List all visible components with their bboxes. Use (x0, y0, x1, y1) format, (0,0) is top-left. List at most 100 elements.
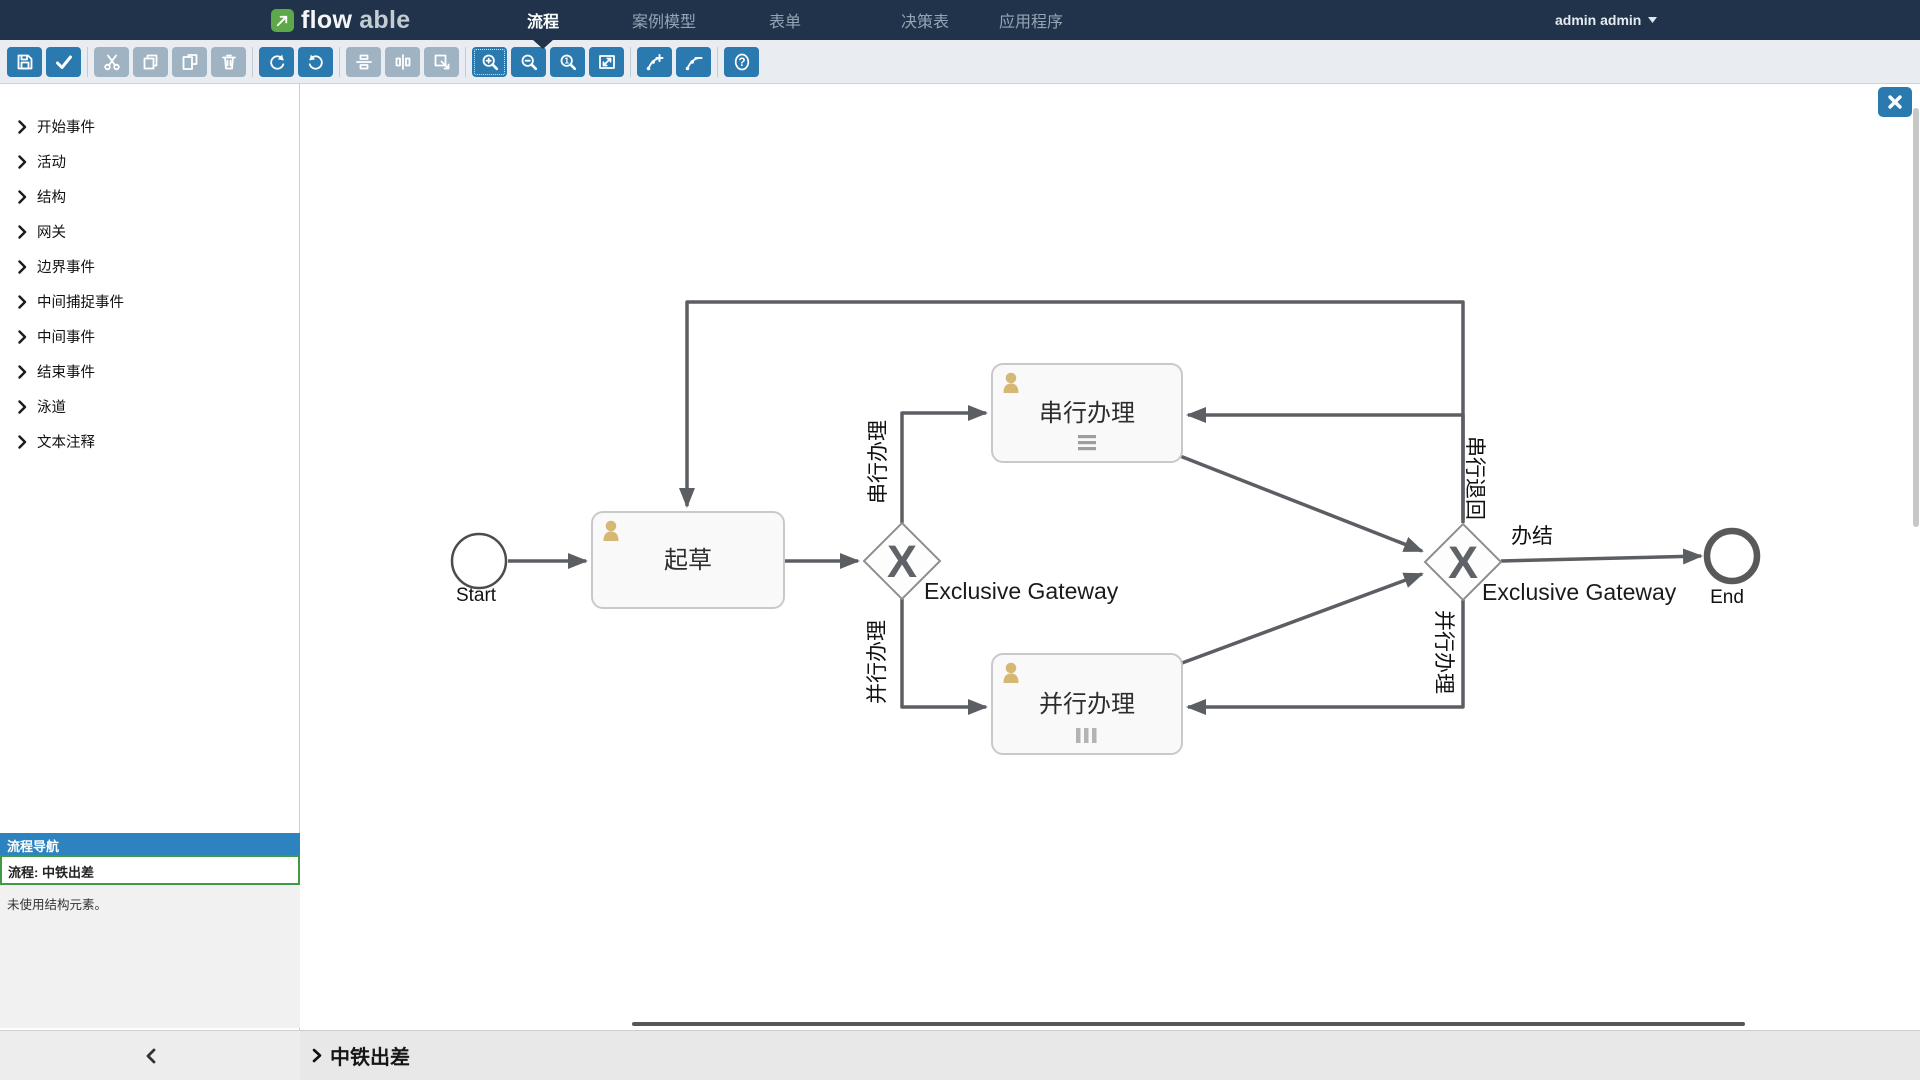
zoom-out-button[interactable] (511, 47, 546, 77)
toolbar-separator (630, 47, 631, 77)
flow-gw2-to-serial[interactable] (1188, 415, 1463, 523)
palette-item-text-annotation[interactable]: 文本注释 (0, 424, 299, 459)
copy-button[interactable] (133, 47, 168, 77)
edge-label: 办结 (1511, 525, 1553, 548)
task-label: 并行办理 (1039, 691, 1135, 718)
palette-item-swimlanes[interactable]: 泳道 (0, 389, 299, 424)
paste-button[interactable] (172, 47, 207, 77)
task-parallel[interactable]: 并行办理 (992, 654, 1182, 754)
chevron-right-icon (18, 330, 27, 344)
palette-item-intermediate-catching-events[interactable]: 中间捕捉事件 (0, 284, 299, 319)
palette-item-activities[interactable]: 活动 (0, 144, 299, 179)
logo-text-able: able (359, 6, 410, 35)
logo-text-flow: flow (301, 6, 352, 35)
palette-item-boundary-events[interactable]: 边界事件 (0, 249, 299, 284)
flow-gw1-to-parallel[interactable] (902, 599, 986, 707)
palette-item-label: 网关 (37, 221, 66, 242)
flowable-logo-icon (271, 9, 294, 32)
remove-bendpoint-icon (684, 52, 704, 72)
palette-item-label: 泳道 (37, 396, 66, 417)
svg-text:1: 1 (564, 56, 569, 66)
flow-parallel-to-gw2[interactable] (1182, 574, 1422, 663)
tab-processes[interactable]: 流程 (527, 0, 559, 40)
navigator-header: 流程导航 (0, 833, 300, 855)
gateway-label: Exclusive Gateway (924, 578, 1119, 604)
gateway-1[interactable]: XExclusive Gateway (864, 523, 1119, 604)
sidebar-collapse-bar[interactable] (0, 1030, 300, 1080)
end-event[interactable]: End (1707, 531, 1757, 608)
tab-forms[interactable]: 表单 (769, 0, 801, 40)
end-event-label: End (1710, 587, 1744, 608)
vertical-scrollbar[interactable] (1913, 108, 1919, 527)
zoom-fit-icon (597, 52, 617, 72)
active-tab-caret (533, 40, 553, 49)
palette-item-end-events[interactable]: 结束事件 (0, 354, 299, 389)
tab-case-models[interactable]: 案例模型 (632, 0, 696, 40)
navigator-selected-item[interactable]: 流程: 中铁出差 (0, 855, 300, 885)
flowable-logo[interactable]: flow able (271, 0, 410, 40)
chevron-down-icon (1648, 17, 1657, 23)
help-button[interactable]: ? (724, 47, 759, 77)
toolbar-separator (252, 47, 253, 77)
bpmn-canvas[interactable]: 串行办理并行办理串行退回并行办理办结Start起草XExclusive Gate… (300, 84, 1920, 1030)
palette-item-label: 边界事件 (37, 256, 95, 277)
chevron-right-icon (312, 1048, 322, 1063)
chevron-right-icon (18, 365, 27, 379)
chevron-right-icon (18, 295, 27, 309)
toolbar-separator (717, 47, 718, 77)
navigator-note-area: 未使用结构元素。 (0, 885, 300, 1028)
close-icon (1885, 92, 1905, 112)
undo-button[interactable] (298, 47, 333, 77)
zoom-actual-icon: 1 (558, 52, 578, 72)
cut-icon (102, 52, 122, 72)
edge-label: 串行办理 (867, 420, 890, 504)
remove-bendpoint-button[interactable] (676, 47, 711, 77)
add-bendpoint-icon (645, 52, 665, 72)
close-editor-button[interactable] (1878, 87, 1912, 117)
top-navbar: flow able 流程 案例模型 表单 决策表 应用程序 admin admin (0, 0, 1920, 40)
palette-item-gateways[interactable]: 网关 (0, 214, 299, 249)
delete-button[interactable] (211, 47, 246, 77)
end-circle[interactable] (1707, 531, 1757, 581)
process-title-bar: 中铁出差 (300, 1030, 1920, 1080)
multi-instance-sequential-icon (1078, 435, 1096, 450)
redo-button[interactable] (259, 47, 294, 77)
palette-item-start-events[interactable]: 开始事件 (0, 109, 299, 144)
cut-button[interactable] (94, 47, 129, 77)
same-size-button[interactable] (424, 47, 459, 77)
tab-decision-tables[interactable]: 决策表 (901, 0, 949, 40)
save-button[interactable] (7, 47, 42, 77)
stencil-sidebar: 开始事件活动结构网关边界事件中间捕捉事件中间事件结束事件泳道文本注释 流程导航 … (0, 84, 300, 1030)
flow-gw2-to-parallel[interactable] (1188, 600, 1463, 707)
palette-item-label: 开始事件 (37, 116, 95, 137)
flow-gw2-to-end[interactable] (1501, 556, 1701, 561)
horizontal-scrollbar[interactable] (632, 1022, 1745, 1026)
validate-button[interactable] (46, 47, 81, 77)
start-event[interactable]: Start (452, 534, 506, 606)
undo-icon (306, 52, 326, 72)
task-draft[interactable]: 起草 (592, 512, 784, 608)
task-serial[interactable]: 串行办理 (992, 364, 1182, 462)
zoom-fit-button[interactable] (589, 47, 624, 77)
chevron-right-icon (18, 190, 27, 204)
delete-icon (219, 52, 239, 72)
task-label: 串行办理 (1039, 400, 1135, 427)
user-name: admin admin (1555, 12, 1641, 28)
flow-gw1-to-serial[interactable] (902, 413, 986, 523)
redo-icon (267, 52, 287, 72)
palette-item-intermediate-events[interactable]: 中间事件 (0, 319, 299, 354)
zoom-in-button[interactable] (472, 47, 507, 77)
tab-apps[interactable]: 应用程序 (999, 0, 1063, 40)
add-bendpoint-button[interactable] (637, 47, 672, 77)
palette-item-structural[interactable]: 结构 (0, 179, 299, 214)
same-size-icon (432, 52, 452, 72)
toolbar-separator (339, 47, 340, 77)
zoom-actual-button[interactable]: 1 (550, 47, 585, 77)
user-menu[interactable]: admin admin (1555, 0, 1657, 40)
chevron-right-icon (18, 155, 27, 169)
start-circle[interactable] (452, 534, 506, 588)
save-icon (15, 52, 35, 72)
flow-serial-to-gw2[interactable] (1180, 456, 1422, 551)
align-horizontal-button[interactable] (385, 47, 420, 77)
align-vertical-button[interactable] (346, 47, 381, 77)
